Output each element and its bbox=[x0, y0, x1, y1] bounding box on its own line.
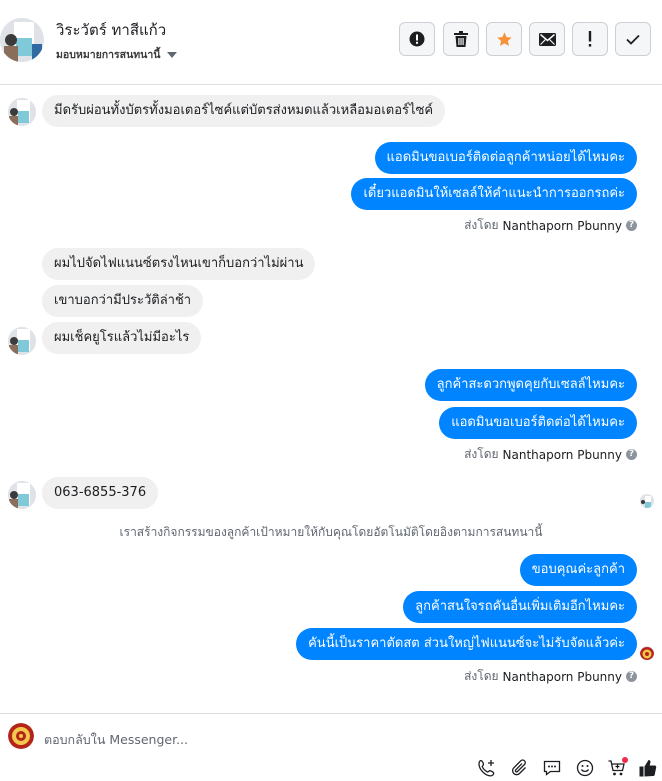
contact-avatar-small bbox=[8, 481, 36, 509]
done-button[interactable] bbox=[615, 22, 651, 56]
contact-name[interactable]: วิระวัตร์ ทาสีแก้ว bbox=[56, 18, 166, 42]
contact-avatar-small bbox=[8, 98, 36, 126]
sent-by-prefix: ส่งโดย bbox=[464, 218, 499, 232]
question-icon[interactable]: ? bbox=[626, 671, 637, 682]
message-outgoing[interactable]: คันนี้เป็นราคาตัดสต ส่วนใหญ่ไฟแนนซ์จะไม่… bbox=[296, 628, 637, 660]
delete-button[interactable] bbox=[443, 22, 479, 56]
message-incoming[interactable]: ผมเช็คยูโรแล้วไม่มีอะไร bbox=[42, 322, 202, 354]
message-incoming[interactable]: มีดรับผ่อนทั้งบัตรทั้งมอเตอร์ไซค์แต่บัตร… bbox=[42, 95, 446, 127]
conversation-header: วิระวัตร์ ทาสีแก้ว มอบหมายการสนทนานี้ bbox=[0, 0, 662, 85]
seen-avatar bbox=[640, 646, 654, 660]
contact-avatar-small bbox=[8, 327, 36, 355]
star-button[interactable] bbox=[486, 22, 522, 56]
envelope-icon bbox=[538, 32, 556, 46]
sent-by-label: ส่งโดย Nanthaporn Pbunny ? bbox=[464, 216, 637, 235]
assign-conversation-dropdown[interactable]: มอบหมายการสนทนานี้ bbox=[56, 46, 178, 63]
page-avatar bbox=[8, 723, 34, 749]
sender-name[interactable]: Nanthaporn Pbunny bbox=[503, 448, 622, 462]
message-outgoing[interactable]: แอดมินขอเบอร์ติดต่อลูกค้าหน่อยได้ไหมคะ bbox=[374, 142, 637, 174]
message-outgoing[interactable]: ขอบคุณค่ะลูกค้า bbox=[519, 554, 637, 586]
message-outgoing[interactable]: แอดมินขอเบอร์ติดต่อได้ไหมคะ bbox=[439, 407, 637, 439]
notification-dot bbox=[622, 757, 628, 763]
spam-button[interactable] bbox=[399, 22, 435, 56]
attach-icon[interactable] bbox=[509, 757, 531, 779]
sender-name[interactable]: Nanthaporn Pbunny bbox=[503, 670, 622, 684]
sender-name[interactable]: Nanthaporn Pbunny bbox=[503, 219, 622, 233]
question-icon[interactable]: ? bbox=[626, 220, 637, 231]
follow-up-button[interactable] bbox=[572, 22, 608, 56]
message-incoming[interactable]: 063-6855-376 bbox=[42, 477, 159, 509]
contact-avatar[interactable] bbox=[0, 18, 44, 62]
assign-label: มอบหมายการสนทนานี้ bbox=[56, 49, 161, 61]
saved-replies-icon[interactable] bbox=[541, 757, 563, 779]
question-icon[interactable]: ? bbox=[626, 449, 637, 460]
sent-by-label: ส่งโดย Nanthaporn Pbunny ? bbox=[464, 445, 637, 464]
mark-unread-button[interactable] bbox=[529, 22, 565, 56]
alert-circle-icon bbox=[409, 31, 425, 47]
reply-composer: ตอบกลับใน Messenger... bbox=[0, 713, 662, 781]
exclamation-icon bbox=[588, 31, 592, 47]
star-icon bbox=[496, 31, 512, 46]
system-notice: เราสร้างกิจกรรมของลูกค้าเป้าหมายให้กับคุ… bbox=[119, 525, 543, 539]
message-outgoing[interactable]: ลูกค้าสนใจรถคันอื่นเพิ่มเติมอีกไหมคะ bbox=[403, 591, 637, 623]
add-call-icon[interactable] bbox=[476, 757, 498, 779]
sent-by-prefix: ส่งโดย bbox=[464, 669, 499, 683]
message-incoming[interactable]: เขาบอกว่ามีประวัติล่าช้า bbox=[42, 285, 204, 317]
message-incoming[interactable]: ผมไปจัดไฟแนนซ์ตรงไหนเขาก็บอกว่าไม่ผ่าน bbox=[42, 248, 316, 280]
message-outgoing[interactable]: ลูกค้าสะดวกพูดคุยกับเซลล์ไหมคะ bbox=[424, 369, 637, 401]
cart-icon[interactable] bbox=[606, 757, 628, 779]
sent-by-prefix: ส่งโดย bbox=[464, 447, 499, 461]
like-icon[interactable] bbox=[637, 757, 659, 779]
message-outgoing[interactable]: เดี๋ยวแอดมินให้เซลล์ให้คำแนะนำการออกรถค่… bbox=[351, 178, 637, 210]
trash-icon bbox=[454, 31, 468, 47]
caret-down-icon bbox=[167, 52, 178, 58]
check-icon bbox=[626, 34, 640, 45]
seen-avatar bbox=[640, 494, 654, 508]
reply-input[interactable]: ตอบกลับใน Messenger... bbox=[44, 730, 188, 750]
sent-by-label: ส่งโดย Nanthaporn Pbunny ? bbox=[464, 667, 637, 686]
emoji-icon[interactable] bbox=[574, 757, 596, 779]
